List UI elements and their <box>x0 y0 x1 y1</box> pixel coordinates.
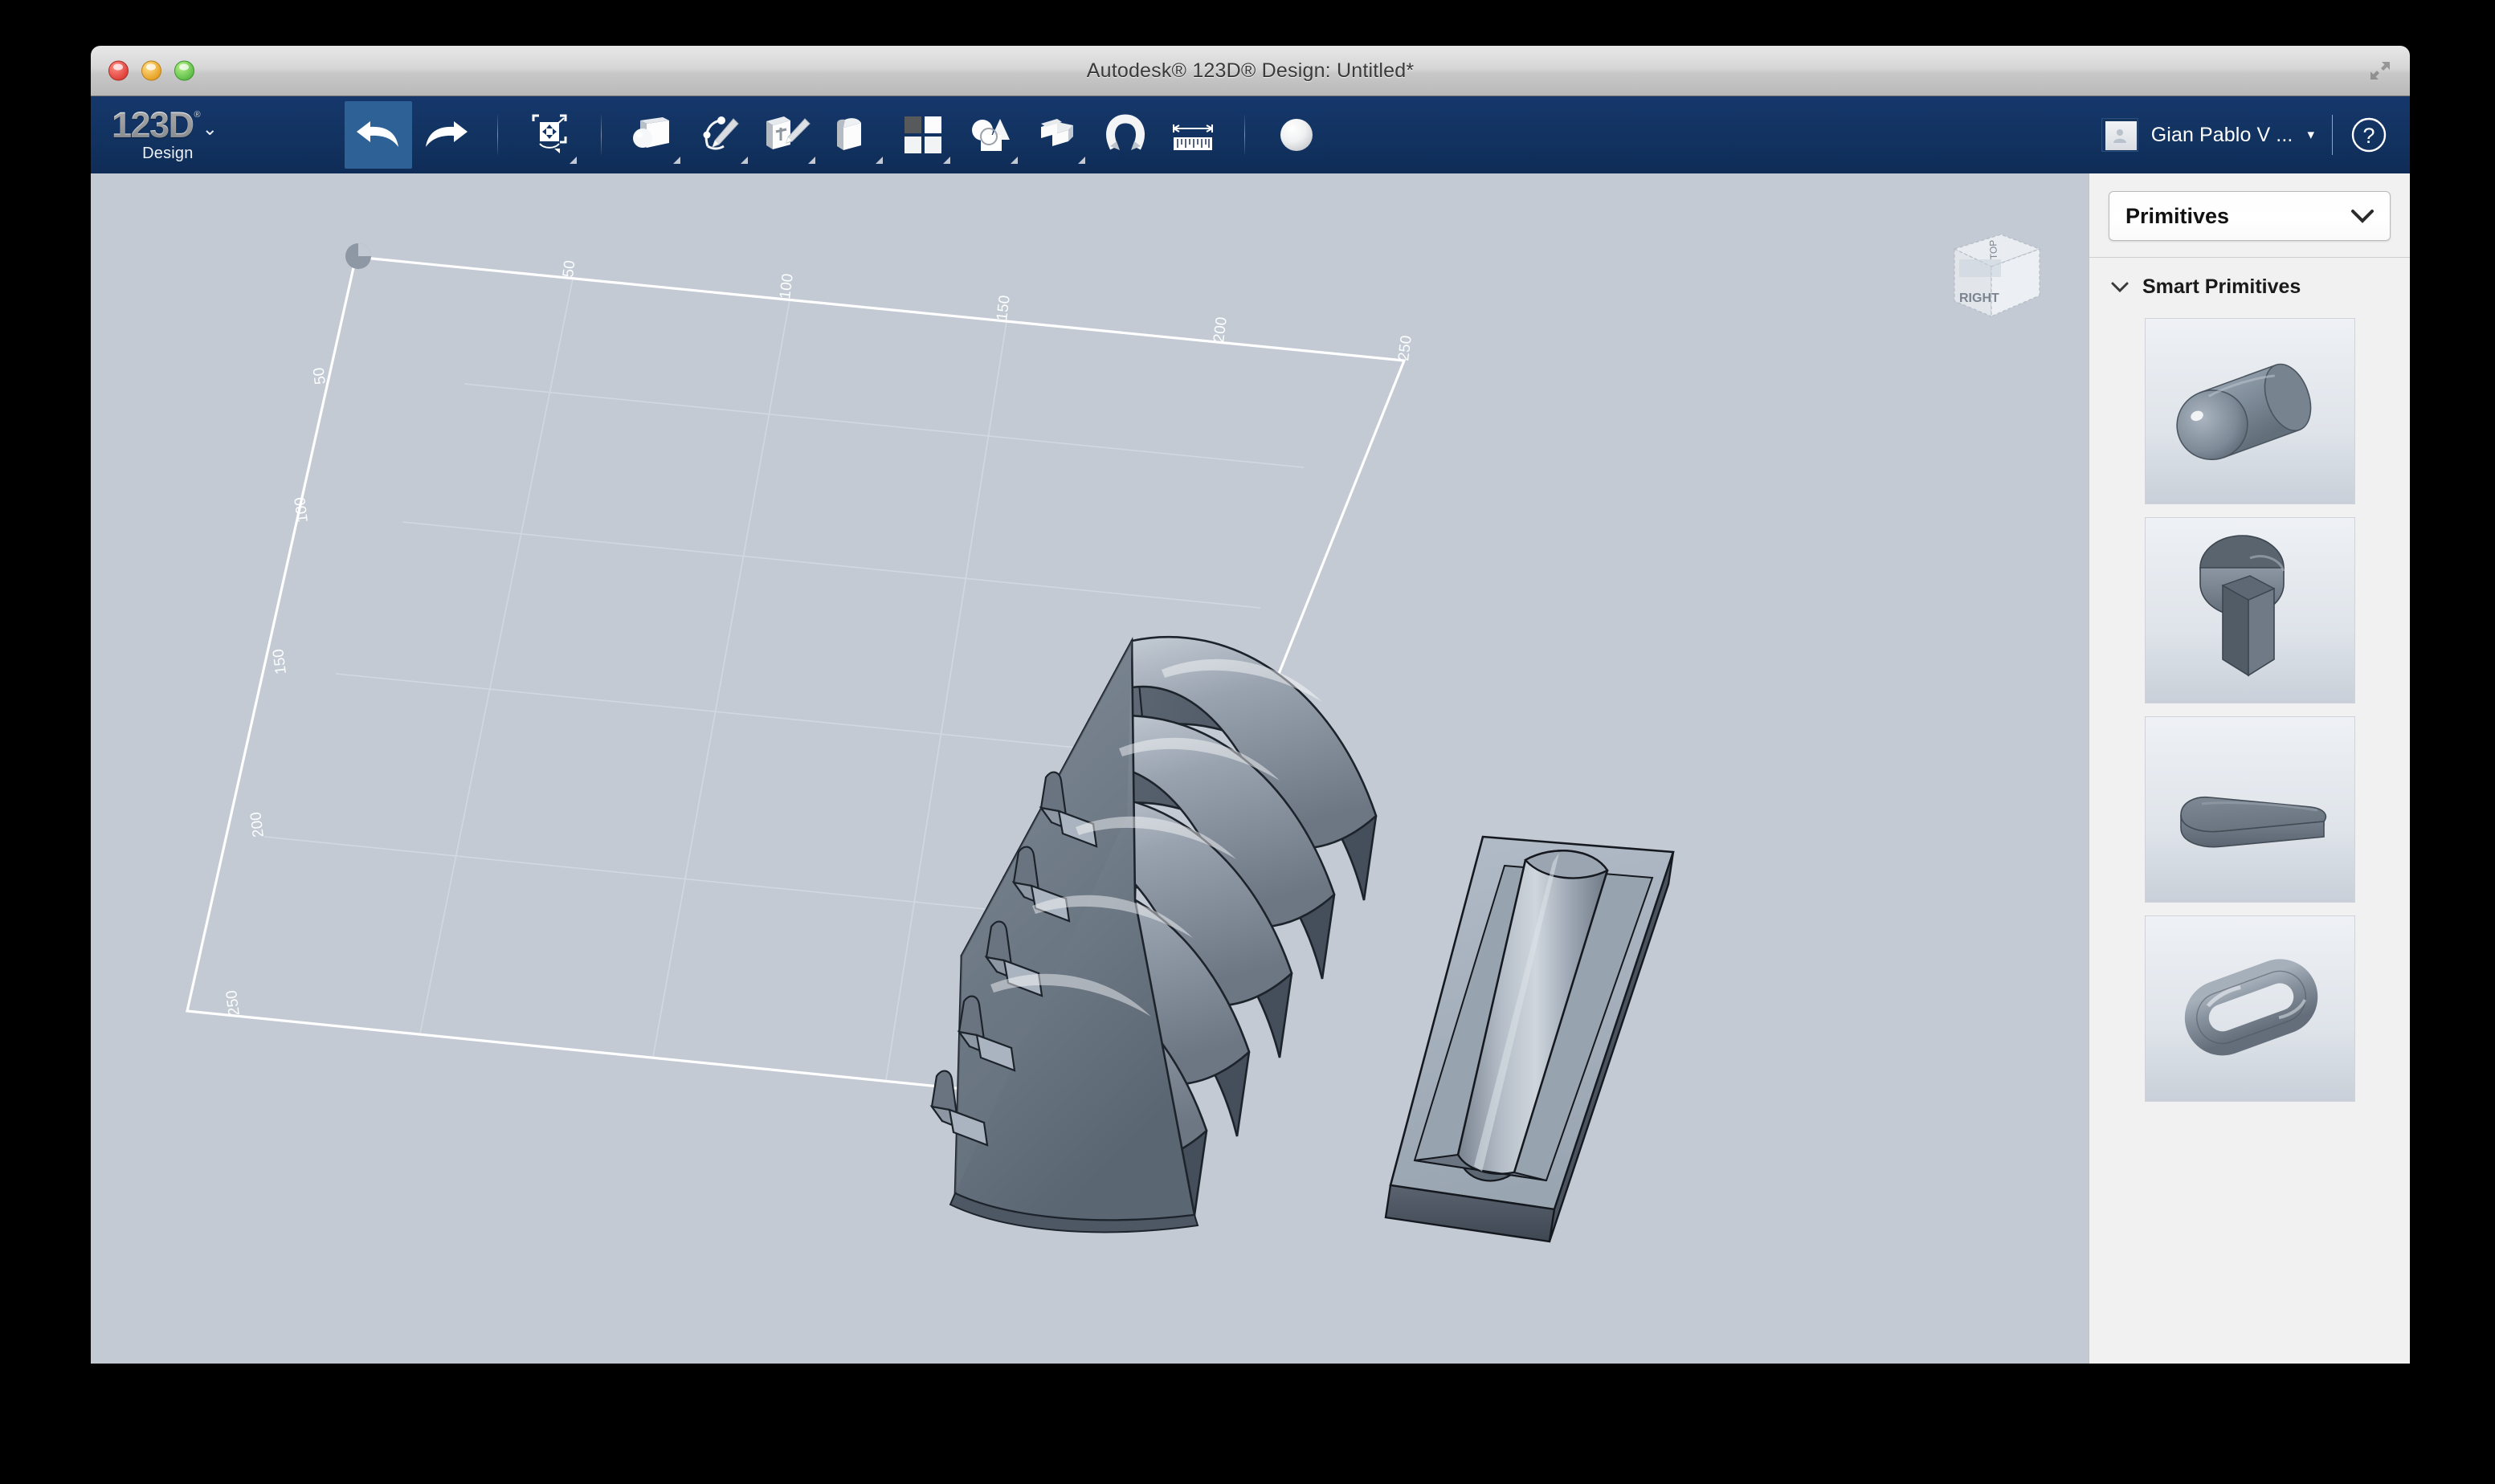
fullscreen-icon[interactable] <box>2368 59 2392 83</box>
construct-button[interactable] <box>754 101 822 169</box>
pattern-button[interactable] <box>889 101 957 169</box>
chevron-down-icon <box>2111 282 2129 292</box>
panel-category-select[interactable]: Primitives <box>2109 191 2391 241</box>
snap-magnet-icon <box>1106 114 1145 150</box>
transform-move-icon <box>532 114 567 153</box>
submenu-corner-indicator <box>943 157 950 164</box>
primitive-thumbnail-list <box>2089 312 2410 1364</box>
svg-text:?: ? <box>2362 124 2375 148</box>
model-geometry[interactable] <box>91 173 2089 1364</box>
help-question-icon[interactable]: ? <box>2350 116 2387 153</box>
account-name[interactable]: Gian Pablo V ... <box>2151 124 2293 147</box>
view-cube[interactable]: TOP RIGHT <box>1942 222 2050 326</box>
pattern-grid-icon <box>904 116 941 153</box>
snap-button[interactable] <box>1092 101 1159 169</box>
panel-category-select-wrap: Primitives <box>2089 173 2410 257</box>
toolbar-separator <box>497 115 498 155</box>
material-button[interactable] <box>1263 101 1330 169</box>
material-sphere-icon <box>1280 119 1313 151</box>
combine-button[interactable] <box>1024 101 1092 169</box>
capsule-primitive-icon <box>2175 363 2311 461</box>
transform-button[interactable] <box>516 101 583 169</box>
rounded-bar-primitive-icon <box>2179 796 2326 848</box>
window-title: Autodesk® 123D® Design: Untitled* <box>1086 59 1415 82</box>
undo-button[interactable] <box>345 101 412 169</box>
submenu-corner-indicator <box>876 157 883 164</box>
account-area: Gian Pablo V ... ▾ ? <box>2101 115 2387 155</box>
panel-category-value: Primitives <box>2125 203 2230 228</box>
logo-subtitle: Design <box>142 145 194 162</box>
keyhole-slot-primitive-icon <box>2199 535 2285 677</box>
submenu-corner-indicator <box>741 157 748 164</box>
measure-ruler-icon <box>1173 124 1213 150</box>
finned-comb-solid <box>929 635 1378 1233</box>
modify-button[interactable] <box>822 101 889 169</box>
window-title-bar: Autodesk® 123D® Design: Untitled* <box>91 46 2410 96</box>
grouping-shapes-icon <box>972 119 1010 151</box>
submenu-corner-indicator <box>1011 157 1018 164</box>
combine-boolean-icon <box>1041 119 1073 146</box>
submenu-corner-indicator <box>673 157 680 164</box>
sketch-button[interactable] <box>687 101 754 169</box>
logo-chevron-down-icon[interactable]: ⌄ <box>202 120 218 138</box>
minimize-button[interactable] <box>141 60 161 81</box>
measure-button[interactable] <box>1159 101 1227 169</box>
account-chevron-down-icon[interactable]: ▾ <box>2307 127 2314 143</box>
toolbar-separator <box>1244 115 1245 155</box>
app-logo[interactable]: 123D ® Design ⌄ <box>112 107 296 163</box>
viewcube-top-label: TOP <box>1987 239 1999 259</box>
toolbar-separator <box>601 115 602 155</box>
stadium-ring-primitive-icon <box>2184 959 2317 1056</box>
construct-cube-pencil-icon <box>766 116 811 149</box>
app-toolbar: 123D ® Design ⌄ Gian Pablo V ... ▾ ? <box>91 96 2410 173</box>
toolbar-separator <box>2332 115 2333 155</box>
logo-wordmark: 123D <box>112 104 194 145</box>
submenu-corner-indicator <box>1078 157 1085 164</box>
redo-arrow-icon <box>426 121 468 147</box>
redo-button[interactable] <box>412 101 480 169</box>
sketch-pencil-icon <box>703 116 739 150</box>
app-window: Autodesk® 123D® Design: Untitled* 123D ®… <box>91 46 2410 1364</box>
close-button[interactable] <box>108 60 129 81</box>
avatar[interactable] <box>2101 118 2138 152</box>
3d-viewport[interactable]: 50 100 150 200 250 50 100 150 200 250 TO… <box>91 173 2089 1364</box>
primitives-sphere-box-icon <box>633 117 669 148</box>
grouping-button[interactable] <box>957 101 1024 169</box>
chevron-down-icon <box>2351 210 2374 223</box>
viewcube-right-label: RIGHT <box>1959 292 1999 305</box>
logo-registered-mark: ® <box>194 110 201 120</box>
app-body: 50 100 150 200 250 50 100 150 200 250 TO… <box>91 173 2410 1364</box>
primitives-button[interactable] <box>619 101 687 169</box>
ridged-plate-solid <box>1384 835 1675 1243</box>
submenu-corner-indicator <box>808 157 815 164</box>
user-avatar-icon <box>2113 128 2126 143</box>
submenu-corner-indicator <box>570 157 577 164</box>
zoom-button[interactable] <box>174 60 194 81</box>
primitive-item-capsule[interactable] <box>2144 318 2355 504</box>
toolbar-button-groups <box>345 101 1330 169</box>
right-panel: Primitives Smart Primitives <box>2089 173 2410 1364</box>
undo-arrow-icon <box>357 121 398 147</box>
primitive-item-stadium-ring[interactable] <box>2144 915 2355 1102</box>
modify-rounded-cube-icon <box>837 118 861 150</box>
section-title: Smart Primitives <box>2142 275 2301 298</box>
window-traffic-lights <box>108 60 194 81</box>
section-header-smart-primitives[interactable]: Smart Primitives <box>2089 258 2410 312</box>
primitive-item-keyhole-slot[interactable] <box>2144 517 2355 703</box>
primitive-item-rounded-bar[interactable] <box>2144 716 2355 903</box>
